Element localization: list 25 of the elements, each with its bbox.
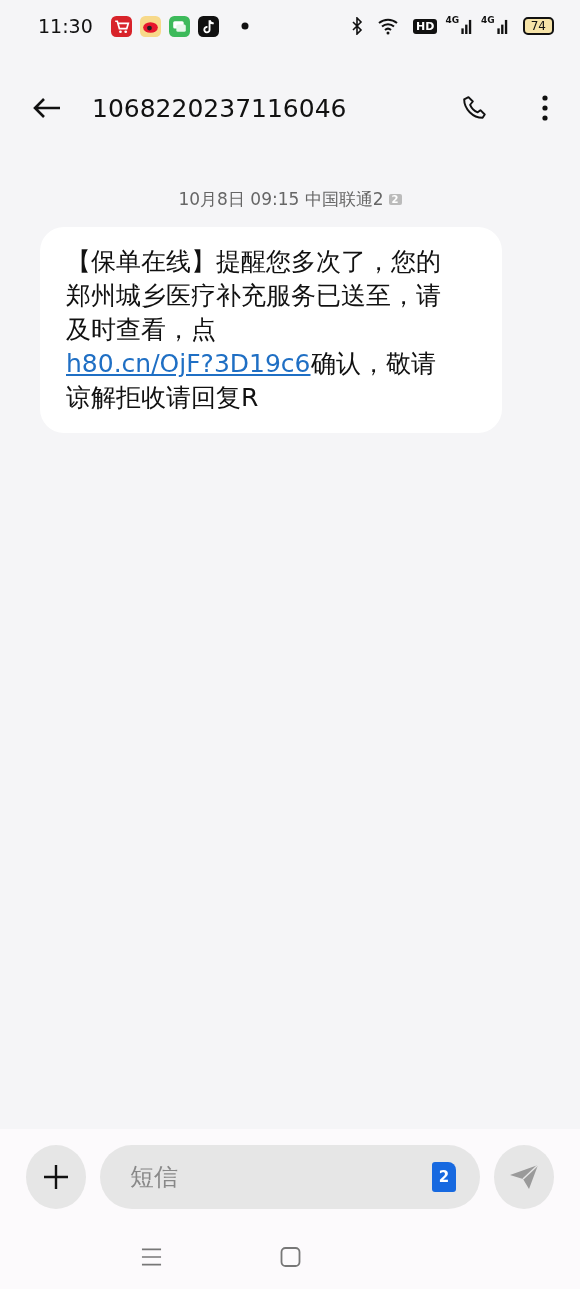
phone-number-title: 1068220237116046 <box>92 93 348 123</box>
more-icon[interactable] <box>542 95 548 121</box>
hd-badge: HD <box>413 18 438 34</box>
message-input-field[interactable]: 短信 2 <box>100 1145 480 1209</box>
message-text: 【保单在线】提醒您多次了，您的郑州城乡医疗补充服务已送至，请及时查看，点 h80.cn/OjF?3D19c6确认，敬请谅解拒收请回复R <box>66 246 442 414</box>
dot-icon <box>240 22 249 30</box>
home-icon[interactable] <box>280 1247 301 1267</box>
network-label: 4G <box>445 15 460 25</box>
send-icon <box>509 1164 539 1190</box>
signal-icon <box>461 18 474 34</box>
message-timestamp: 10月8日 09:15 中国联通2 <box>178 188 384 211</box>
sim-selector[interactable]: 2 <box>432 1162 456 1192</box>
sim-badge: 2 <box>388 194 402 205</box>
signal-icon <box>496 18 509 34</box>
chat-icon <box>168 15 190 37</box>
battery-level: 74 <box>522 17 554 35</box>
plus-icon <box>43 1164 69 1190</box>
menu-icon[interactable] <box>141 1247 162 1267</box>
bluetooth-icon <box>351 17 364 35</box>
eye-icon <box>139 15 161 37</box>
cart-icon <box>110 15 132 37</box>
music-note-icon <box>197 15 219 37</box>
status-time: 11:30 <box>38 15 93 37</box>
network-label: 4G <box>481 15 495 25</box>
message-link[interactable]: h80.cn/OjF?3D19c6 <box>66 349 311 378</box>
